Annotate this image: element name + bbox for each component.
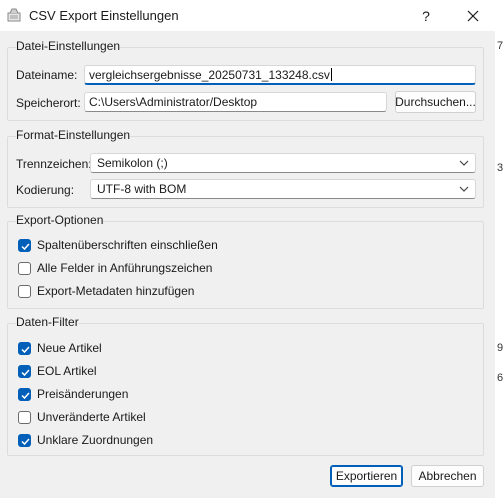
group-title: Daten-Filter — [16, 315, 79, 329]
checkmark-icon — [21, 345, 30, 353]
checkbox-checked[interactable] — [18, 238, 31, 252]
checkbox-unchecked[interactable] — [18, 284, 31, 298]
window-title: CSV Export Einstellungen — [29, 8, 179, 23]
export-button[interactable]: Exportieren — [330, 465, 403, 487]
location-label: Speicherort: — [16, 96, 81, 110]
background-window-edge — [495, 31, 503, 498]
group-title: Export-Optionen — [16, 213, 104, 227]
checkbox-option[interactable]: Unveränderte Artikel — [18, 410, 146, 424]
location-input[interactable]: C:\Users\Administrator/Desktop — [84, 92, 387, 112]
checkbox-label: EOL Artikel — [37, 364, 97, 378]
separator-value: Semikolon (;) — [97, 156, 168, 170]
close-button[interactable] — [450, 0, 496, 31]
chevron-down-icon — [459, 186, 469, 192]
browse-button[interactable]: Durchsuchen... — [395, 91, 476, 113]
checkbox-option[interactable]: Spaltenüberschriften einschließen — [18, 238, 218, 252]
encoding-label: Kodierung: — [16, 183, 75, 197]
checkmark-icon — [21, 391, 30, 399]
background-text: 9 — [497, 342, 503, 354]
help-button[interactable]: ? — [403, 0, 449, 31]
background-text: 3 — [497, 162, 503, 174]
encoding-select[interactable]: UTF-8 with BOM — [90, 179, 476, 199]
checkbox-label: Unveränderte Artikel — [37, 410, 146, 424]
checkbox-label: Export-Metadaten hinzufügen — [37, 284, 195, 298]
checkbox-unchecked[interactable] — [18, 410, 31, 424]
checkbox-label: Preisänderungen — [37, 387, 129, 401]
filename-input[interactable]: vergleichsergebnisse_20250731_133248.csv — [84, 65, 476, 85]
csv-export-dialog: CSV Export Einstellungen ? Datei-Einstel… — [0, 0, 503, 498]
encoding-value: UTF-8 with BOM — [97, 182, 187, 196]
background-text: 6 — [497, 372, 503, 384]
checkbox-option[interactable]: Alle Felder in Anführungszeichen — [18, 261, 212, 275]
separator-label: Trennzeichen: — [16, 157, 92, 171]
cancel-button[interactable]: Abbrechen — [411, 465, 484, 487]
file-settings-group: Datei-Einstellungen Dateiname: vergleich… — [7, 39, 484, 121]
checkbox-option[interactable]: Preisänderungen — [18, 387, 128, 401]
title-bar: CSV Export Einstellungen ? — [0, 0, 503, 31]
close-icon — [467, 10, 479, 21]
app-icon — [7, 8, 21, 22]
export-options-group: Export-Optionen Spaltenüberschriften ein… — [7, 213, 484, 309]
checkbox-option[interactable]: Neue Artikel — [18, 341, 102, 355]
checkmark-icon — [21, 368, 30, 376]
checkmark-icon — [21, 437, 30, 445]
checkbox-option[interactable]: Unklare Zuordnungen — [18, 433, 153, 447]
group-title: Datei-Einstellungen — [16, 39, 121, 53]
data-filter-group: Daten-Filter Neue Artikel EOL Artikel Prei… — [7, 315, 484, 456]
checkbox-unchecked[interactable] — [18, 261, 31, 275]
filename-value: vergleichsergebnisse_20250731_133248.csv — [89, 67, 330, 82]
filename-label: Dateiname: — [16, 68, 78, 82]
checkbox-checked[interactable] — [18, 387, 31, 401]
checkbox-option[interactable]: EOL Artikel — [18, 364, 97, 378]
format-settings-group: Format-Einstellungen Trennzeichen: Semik… — [7, 128, 484, 208]
checkbox-checked[interactable] — [18, 341, 31, 355]
location-value: C:\Users\Administrator/Desktop — [89, 95, 258, 109]
checkbox-option[interactable]: Export-Metadaten hinzufügen — [18, 284, 194, 298]
group-title: Format-Einstellungen — [16, 128, 131, 142]
checkmark-icon — [21, 242, 30, 250]
chevron-down-icon — [459, 160, 469, 166]
checkbox-checked[interactable] — [18, 433, 31, 447]
background-text: 7 — [497, 40, 503, 52]
checkbox-label: Spaltenüberschriften einschließen — [37, 238, 218, 252]
checkbox-checked[interactable] — [18, 364, 31, 378]
checkbox-label: Unklare Zuordnungen — [37, 433, 154, 447]
text-caret — [330, 68, 332, 81]
checkbox-label: Neue Artikel — [37, 341, 102, 355]
checkbox-label: Alle Felder in Anführungszeichen — [37, 261, 213, 275]
separator-select[interactable]: Semikolon (;) — [90, 153, 476, 173]
